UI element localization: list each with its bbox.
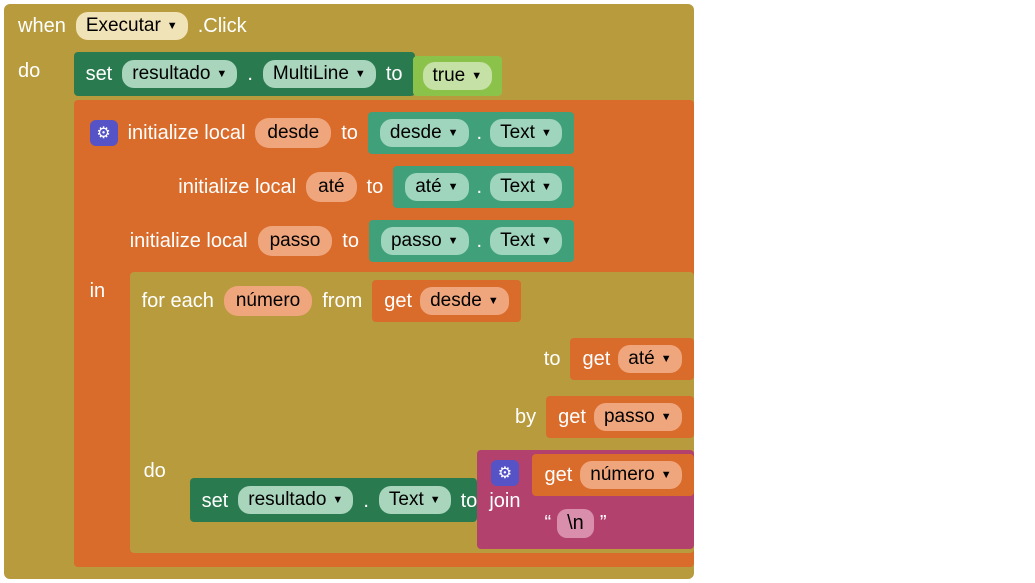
property-getter-block[interactable]: desde ▼ . Text ▼ — [368, 112, 574, 154]
for-each-by-row: by get passo ▼ — [130, 388, 694, 446]
property-dropdown[interactable]: Text ▼ — [490, 173, 562, 201]
component-dropdown[interactable]: Executar ▼ — [76, 12, 188, 40]
do-label: do — [18, 52, 68, 83]
chevron-down-icon: ▼ — [541, 127, 552, 139]
chevron-down-icon: ▼ — [448, 235, 459, 247]
for-each-to-row: to get até ▼ — [130, 330, 694, 388]
component-dropdown[interactable]: desde ▼ — [380, 119, 469, 147]
dot-label: . — [363, 486, 369, 513]
close-quote: ” — [600, 512, 607, 535]
to-label: to — [341, 122, 358, 145]
initialize-local-label: initialize local — [178, 176, 296, 199]
var-name-slot[interactable]: desde — [255, 118, 331, 148]
for-each-label: for each — [142, 290, 214, 313]
loop-var-slot[interactable]: número — [224, 286, 312, 316]
chevron-down-icon: ▼ — [471, 70, 482, 82]
var-dropdown[interactable]: até ▼ — [618, 345, 681, 373]
for-each-block[interactable]: for each número from get desde ▼ — [130, 272, 694, 553]
get-label: get — [558, 406, 586, 429]
get-label: get — [544, 464, 572, 487]
chevron-down-icon: ▼ — [332, 494, 343, 506]
chevron-down-icon: ▼ — [661, 411, 672, 423]
boolean-dropdown[interactable]: true ▼ — [423, 62, 493, 90]
get-label: get — [384, 290, 412, 313]
true-value-block[interactable]: true ▼ — [413, 56, 503, 96]
to-label: to — [544, 348, 561, 371]
do-label: do — [144, 450, 180, 483]
event-header: when Executar ▼ .Click — [4, 4, 694, 48]
var-dropdown[interactable]: número ▼ — [580, 461, 681, 489]
string-literal-input[interactable]: \n — [557, 509, 594, 538]
set-text-block[interactable]: set resultado ▼ . Text ▼ — [190, 478, 478, 522]
event-name-label: .Click — [198, 15, 247, 38]
dot-label: . — [477, 122, 483, 145]
get-ate-block[interactable]: get até ▼ — [570, 338, 693, 380]
component-dropdown[interactable]: passo ▼ — [381, 227, 469, 255]
to-label: to — [461, 486, 478, 513]
chevron-down-icon: ▼ — [448, 181, 459, 193]
property-getter-block[interactable]: passo ▼ . Text ▼ — [369, 220, 574, 262]
when-label: when — [18, 15, 66, 38]
property-dropdown[interactable]: Text ▼ — [490, 227, 562, 255]
component-dropdown[interactable]: resultado ▼ — [238, 486, 353, 514]
var-dropdown[interactable]: passo ▼ — [594, 403, 682, 431]
chevron-down-icon: ▼ — [448, 127, 459, 139]
gear-icon[interactable]: ⚙ — [491, 460, 519, 486]
init-row-passo: initialize local passo to passo ▼ . — [80, 214, 574, 268]
open-quote: “ — [544, 512, 551, 535]
in-label: in — [90, 272, 120, 303]
initialize-local-label: initialize local — [128, 122, 246, 145]
chevron-down-icon: ▼ — [167, 20, 178, 32]
to-label: to — [342, 230, 359, 253]
event-body: do set resultado ▼ . MultiLine ▼ to — [4, 48, 694, 579]
initialize-local-label: initialize local — [130, 230, 248, 253]
initialize-local-block[interactable]: ⚙ initialize local desde to desde ▼ . — [74, 100, 694, 567]
to-label: to — [367, 176, 384, 199]
join-label: join — [489, 490, 520, 513]
chevron-down-icon: ▼ — [661, 353, 672, 365]
property-dropdown[interactable]: Text ▼ — [490, 119, 562, 147]
dot-label: . — [477, 176, 483, 199]
var-dropdown[interactable]: desde ▼ — [420, 287, 509, 315]
string-literal-block[interactable]: “ \n ” — [532, 502, 693, 545]
gear-icon[interactable]: ⚙ — [90, 120, 118, 146]
get-passo-block[interactable]: get passo ▼ — [546, 396, 693, 438]
chevron-down-icon: ▼ — [541, 235, 552, 247]
chevron-down-icon: ▼ — [661, 469, 672, 481]
dot-label: . — [477, 230, 483, 253]
chevron-down-icon: ▼ — [430, 494, 441, 506]
by-label: by — [515, 406, 536, 429]
component-dropdown[interactable]: resultado ▼ — [122, 60, 237, 88]
property-dropdown[interactable]: MultiLine ▼ — [263, 60, 376, 88]
init-row-desde: ⚙ initialize local desde to desde ▼ . — [80, 106, 574, 160]
for-each-do-section: do set resultado ▼ . — [130, 446, 694, 553]
from-label: from — [322, 290, 362, 313]
chevron-down-icon: ▼ — [541, 181, 552, 193]
set-multiline-block[interactable]: set resultado ▼ . MultiLine ▼ to — [74, 52, 415, 96]
join-block[interactable]: ⚙ join get número — [477, 450, 693, 549]
var-name-slot[interactable]: passo — [258, 226, 333, 256]
get-desde-block[interactable]: get desde ▼ — [372, 280, 520, 322]
chevron-down-icon: ▼ — [488, 295, 499, 307]
set-label: set — [86, 63, 113, 86]
in-section: in for each número from get desde ▼ — [80, 268, 694, 561]
set-label: set — [202, 486, 229, 513]
for-each-from-row: for each número from get desde ▼ — [130, 272, 694, 330]
when-click-event-block[interactable]: when Executar ▼ .Click do set resultado … — [4, 4, 694, 579]
init-row-ate: initialize local até to até ▼ . Text — [80, 160, 574, 214]
property-getter-block[interactable]: até ▼ . Text ▼ — [393, 166, 574, 208]
property-dropdown[interactable]: Text ▼ — [379, 486, 451, 514]
dot-label: . — [247, 63, 253, 86]
to-label: to — [386, 63, 403, 86]
get-label: get — [582, 348, 610, 371]
get-numero-block[interactable]: get número ▼ — [532, 454, 693, 496]
chevron-down-icon: ▼ — [216, 68, 227, 80]
var-name-slot[interactable]: até — [306, 172, 356, 202]
chevron-down-icon: ▼ — [355, 68, 366, 80]
component-dropdown[interactable]: até ▼ — [405, 173, 468, 201]
